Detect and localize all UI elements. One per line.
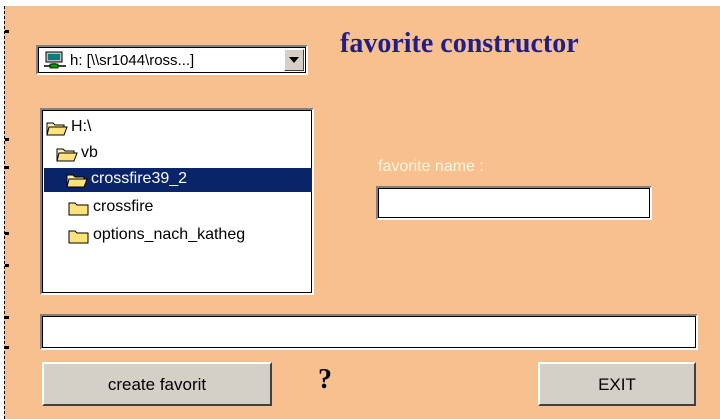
directory-item[interactable]: options_nach_katheg [68,224,312,248]
drive-select-value: h: [\\sr1044\ross...] [70,52,195,69]
folder-icon [68,228,90,244]
favorite-name-input[interactable] [376,186,652,220]
open-folder-icon [56,146,78,162]
drive-select[interactable]: h: [\\sr1044\ross...] [36,45,308,75]
directory-item-label: crossfire39_2 [91,170,188,187]
status-field[interactable] [40,314,698,350]
window-title: favorite constructor [340,28,579,59]
directory-item-label: crossfire [93,198,154,215]
network-drive-icon [44,51,66,69]
directory-list[interactable]: H:\ vb crossfire39_2 crossfire options_n… [40,108,314,295]
directory-item-selected[interactable]: crossfire39_2 [44,168,312,192]
directory-item[interactable]: H:\ [46,116,308,140]
directory-item-label: vb [81,144,98,161]
edge-marks [5,6,10,419]
open-folder-icon [46,120,68,136]
dropdown-arrow-button[interactable] [284,49,304,71]
directory-item-label: H:\ [71,118,92,135]
create-favorite-button[interactable]: create favorit [42,362,272,406]
help-button[interactable]: ? [318,364,332,396]
open-folder-icon [66,172,88,188]
folder-icon [68,200,90,216]
directory-item[interactable]: vb [56,142,308,166]
directory-item-label: options_nach_katheg [93,226,246,243]
exit-button[interactable]: EXIT [538,362,696,406]
favorite-name-label: favorite name : [378,158,484,175]
exit-button-label: EXIT [598,375,636,394]
chevron-down-icon [289,57,299,63]
create-favorite-button-label: create favorit [107,375,207,394]
directory-item[interactable]: crossfire [68,196,308,220]
